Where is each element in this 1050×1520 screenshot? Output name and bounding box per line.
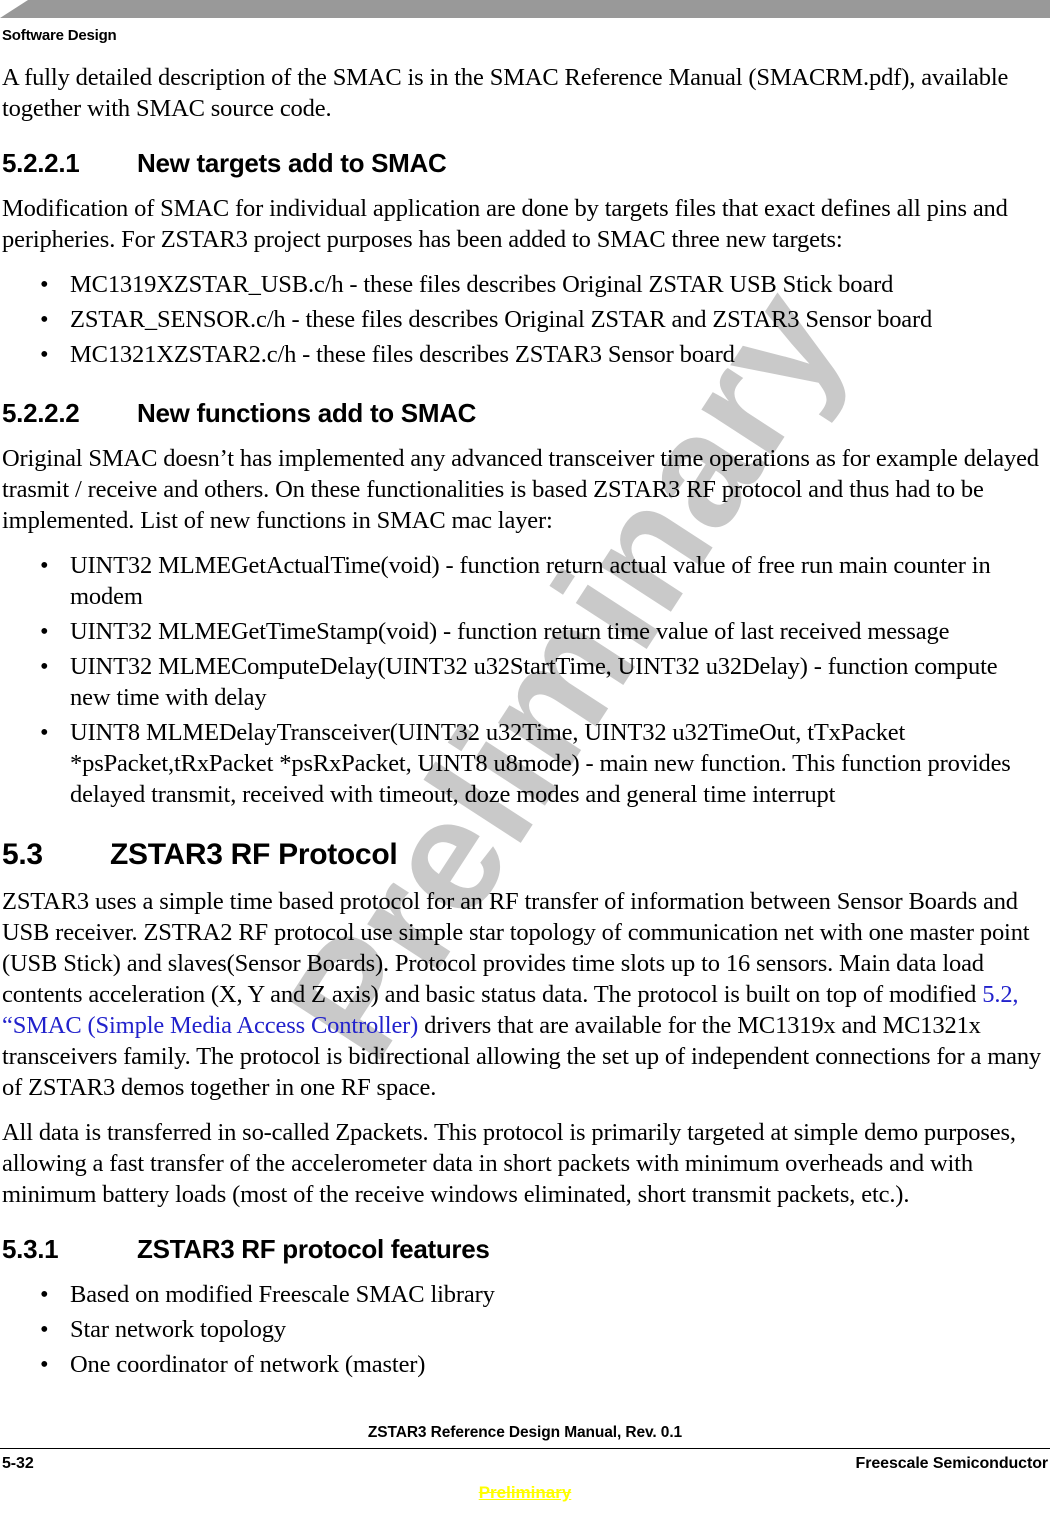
bullet-icon: • — [40, 552, 49, 579]
section-5-3-paragraph-1: ZSTAR3 uses a simple time based protocol… — [2, 886, 1042, 1103]
list-item: • Star network topology — [2, 1314, 1042, 1345]
list-item-label: UINT32 MLMEGetTimeStamp(void) - function… — [70, 618, 950, 645]
bullet-icon: • — [40, 719, 49, 746]
bullet-icon: • — [40, 306, 49, 333]
bullet-icon: • — [40, 341, 49, 368]
page-footer: ZSTAR3 Reference Design Manual, Rev. 0.1… — [0, 1424, 1050, 1503]
page-number: 5-32 — [2, 1455, 34, 1472]
page-body: A fully detailed description of the SMAC… — [2, 62, 1042, 1384]
list-item: • One coordinator of network (master) — [2, 1349, 1042, 1380]
section-heading-5-3-1: 5.3.1 ZSTAR3 RF protocol features — [2, 1234, 1042, 1265]
section-title: New functions add to SMAC — [137, 398, 477, 428]
section-5-2-2-2-paragraph: Original SMAC doesn’t has implemented an… — [2, 445, 1039, 534]
section-number: 5.3.1 — [2, 1234, 59, 1264]
footer-manual-title: ZSTAR3 Reference Design Manual, Rev. 0.1 — [367, 1424, 683, 1441]
list-item-label: One coordinator of network (master) — [70, 1351, 426, 1378]
list-item-label: UINT32 MLMEGetActualTime(void) - functio… — [70, 552, 991, 610]
footer-divider — [0, 1448, 1050, 1449]
list-item-label: UINT8 MLMEDelayTransceiver(UINT32 u32Tim… — [70, 719, 1011, 808]
bullet-icon: • — [40, 618, 49, 645]
section-5-3-1-bullet-list: • Based on modified Freescale SMAC libra… — [2, 1279, 1042, 1380]
section-heading-5-3: 5.3 ZSTAR3 RF Protocol — [2, 838, 1042, 872]
bullet-icon: • — [40, 653, 49, 680]
footer-preliminary-stamp: Preliminary — [478, 1483, 572, 1502]
list-item-label: Star network topology — [70, 1316, 286, 1343]
list-item-label: Based on modified Freescale SMAC library — [70, 1281, 495, 1308]
list-item: • UINT32 MLMEComputeDelay(UINT32 u32Star… — [2, 651, 1042, 713]
section-heading-5-2-2-2: 5.2.2.2 New functions add to SMAC — [2, 398, 1042, 429]
header-banner — [0, 0, 1050, 18]
bullet-icon: • — [40, 1316, 49, 1343]
section-5-2-2-1-bullet-list: • MC1319XZSTAR_USB.c/h - these files des… — [2, 269, 1042, 370]
list-item: • UINT8 MLMEDelayTransceiver(UINT32 u32T… — [2, 717, 1042, 810]
bullet-icon: • — [40, 1351, 49, 1378]
list-item: • ZSTAR_SENSOR.c/h - these files describ… — [2, 304, 1042, 335]
list-item-label: MC1319XZSTAR_USB.c/h - these files descr… — [70, 271, 894, 298]
section-5-2-2-2-bullet-list: • UINT32 MLMEGetActualTime(void) - funct… — [2, 550, 1042, 810]
bullet-icon: • — [40, 271, 49, 298]
section-number: 5.3 — [2, 838, 43, 871]
list-item: • Based on modified Freescale SMAC libra… — [2, 1279, 1042, 1310]
section-title: ZSTAR3 RF protocol features — [137, 1234, 490, 1264]
chapter-title: Software Design — [2, 27, 117, 44]
section-heading-5-2-2-1: 5.2.2.1 New targets add to SMAC — [2, 148, 1042, 179]
section-number: 5.2.2.1 — [2, 148, 80, 178]
list-item-label: UINT32 MLMEComputeDelay(UINT32 u32StartT… — [70, 653, 998, 711]
intro-paragraph: A fully detailed description of the SMAC… — [2, 64, 1009, 122]
section-title: New targets add to SMAC — [137, 148, 447, 178]
section-5-2-2-1-paragraph: Modification of SMAC for individual appl… — [2, 195, 1008, 253]
bullet-icon: • — [40, 1281, 49, 1308]
company-name: Freescale Semiconductor — [855, 1455, 1049, 1472]
list-item-label: ZSTAR_SENSOR.c/h - these files describes… — [70, 306, 933, 333]
list-item: • UINT32 MLMEGetActualTime(void) - funct… — [2, 550, 1042, 612]
section-title: ZSTAR3 RF Protocol — [110, 838, 398, 871]
list-item: • MC1319XZSTAR_USB.c/h - these files des… — [2, 269, 1042, 300]
section-number: 5.2.2.2 — [2, 398, 80, 428]
section-5-3-paragraph-2: All data is transferred in so-called Zpa… — [2, 1119, 1016, 1208]
paragraph-text-before-xref: ZSTAR3 uses a simple time based protocol… — [2, 888, 1030, 1008]
footer-row: 5-32 Freescale Semiconductor — [0, 1455, 1050, 1473]
list-item: • MC1321XZSTAR2.c/h - these files descri… — [2, 339, 1042, 370]
list-item-label: MC1321XZSTAR2.c/h - these files describe… — [70, 341, 735, 368]
list-item: • UINT32 MLMEGetTimeStamp(void) - functi… — [2, 616, 1042, 647]
